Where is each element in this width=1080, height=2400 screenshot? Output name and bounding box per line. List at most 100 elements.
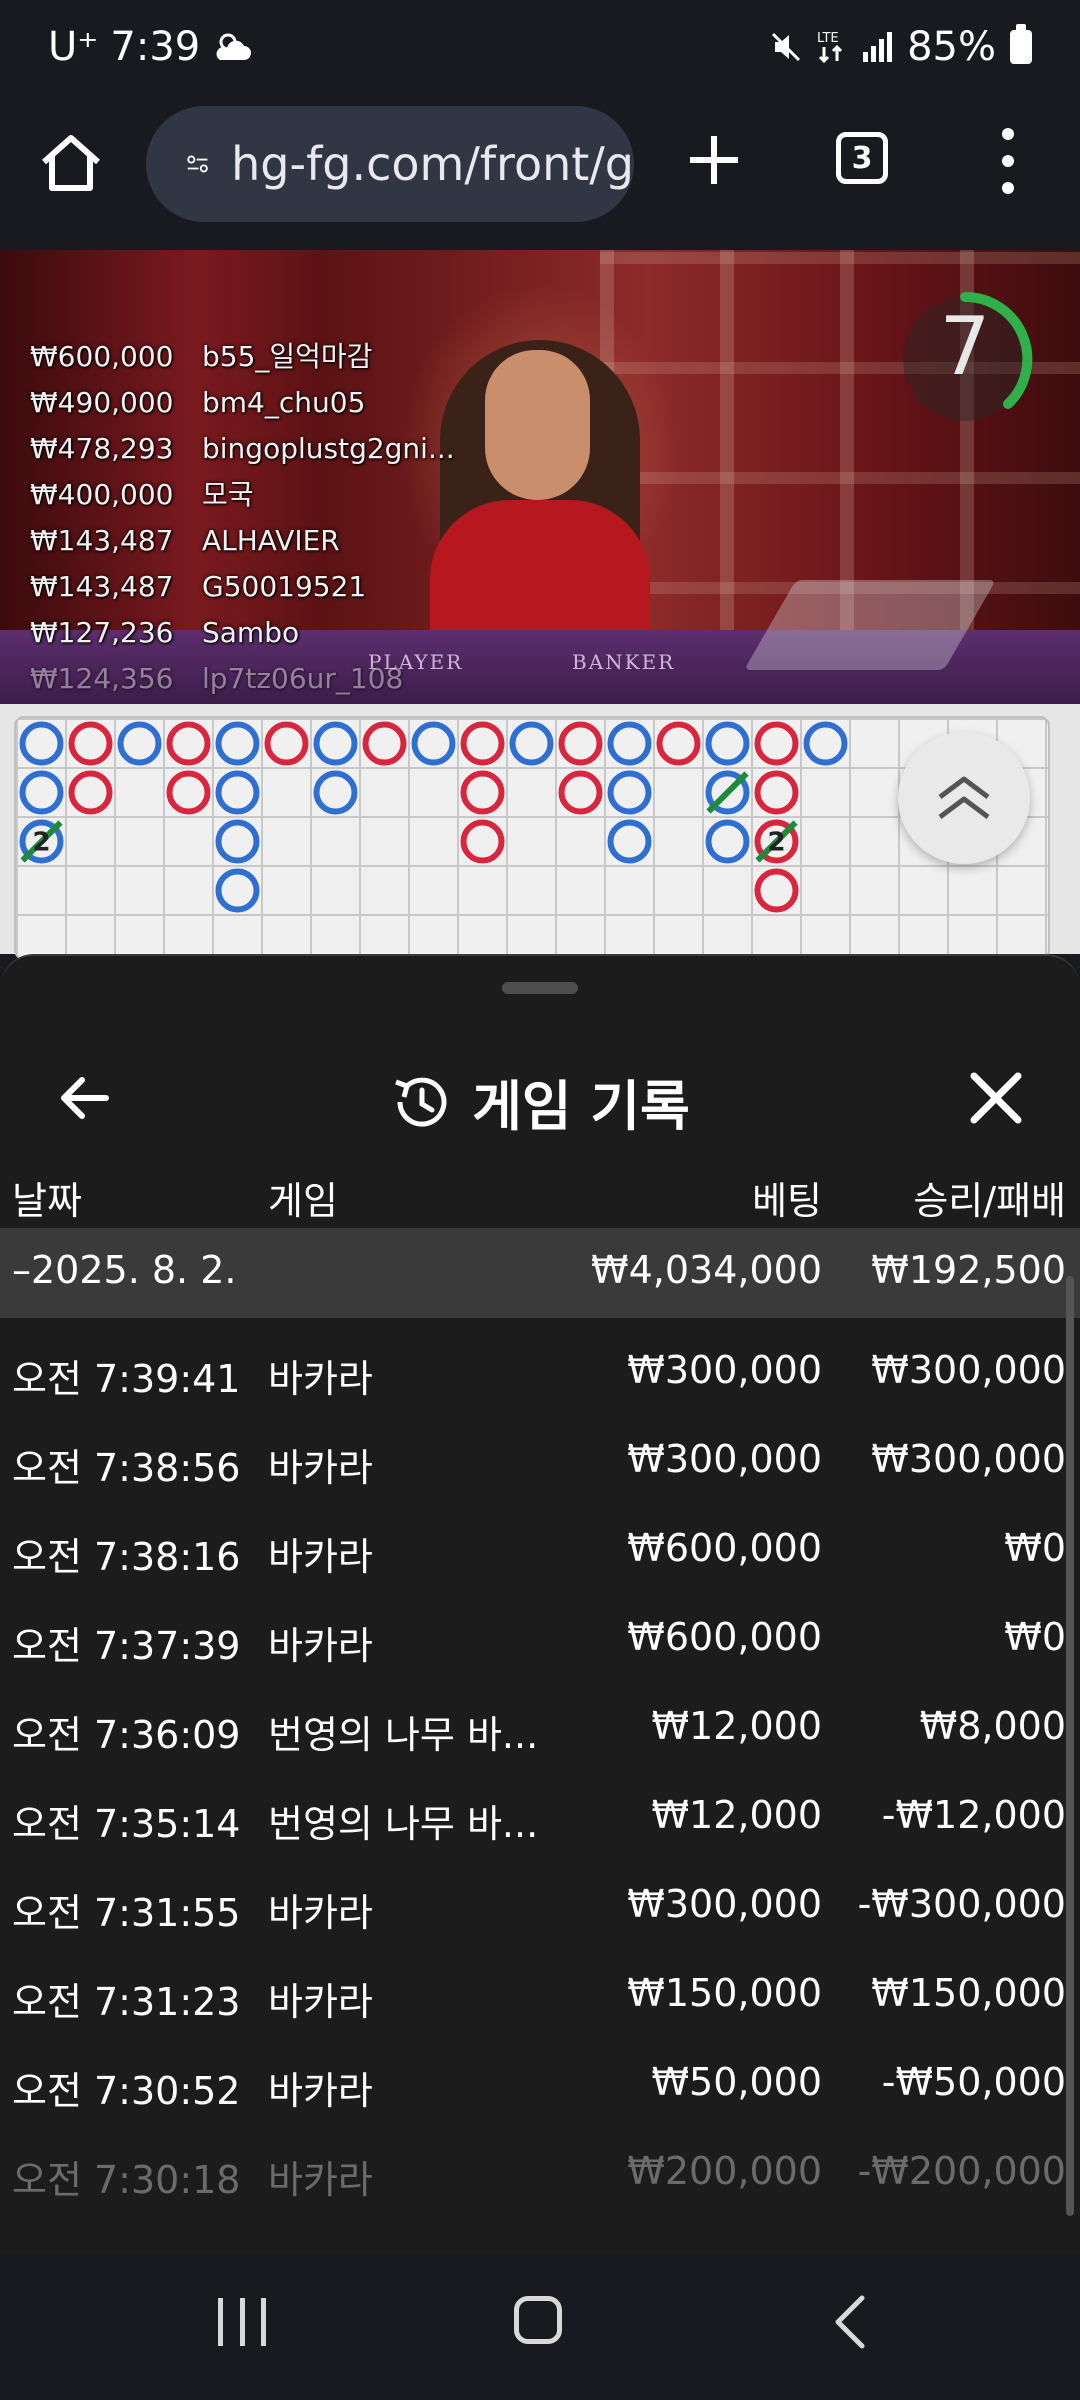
table-row[interactable]: 오전 7:38:56 바카라 ₩300,000 ₩300,000 [0, 1407, 1080, 1496]
back-nav-icon[interactable] [826, 2292, 874, 2352]
tab-count: 3 [851, 140, 873, 176]
banker-bead [166, 721, 211, 766]
player-bead [705, 721, 750, 766]
player-bead [215, 770, 260, 815]
player-bead [705, 819, 750, 864]
status-right: LTE 85% [769, 24, 1032, 70]
scroll-up-button[interactable] [898, 732, 1030, 864]
tie-count-label: 2 [767, 828, 785, 858]
player-bead [313, 721, 358, 766]
bet-row: ₩124,356 lp7tz06ur_108 [30, 662, 404, 695]
road-grid: 22 [14, 716, 1050, 960]
player-bead [607, 819, 652, 864]
banker-bead [460, 770, 505, 815]
player-bead [607, 721, 652, 766]
banker-bead [754, 721, 799, 766]
summary-date: –2025. 8. 2. [12, 1248, 237, 1292]
lte-icon: LTE [817, 31, 843, 64]
recents-icon[interactable] [218, 2298, 266, 2346]
browser-toolbar: hg-fg.com/front/g 3 [0, 100, 1080, 250]
player-bead [313, 770, 358, 815]
banker-bead [754, 868, 799, 913]
table-row[interactable]: 오전 7:37:39 바카라 ₩600,000 ₩0 [0, 1585, 1080, 1674]
clock: 7:39 [110, 24, 201, 70]
banker-bead [558, 770, 603, 815]
site-settings-icon[interactable] [186, 142, 209, 186]
live-dealer-video[interactable]: PLAYER BANKER ₩600,000 b55_일억마감 ₩490,000 b… [0, 250, 1080, 704]
bet-row: ₩127,236 Sambo [30, 616, 300, 649]
sheet-title-group: 게임 기록 [0, 1062, 1080, 1141]
status-bar: U⁺ 7:39 LTE 85% [0, 0, 1080, 100]
sheet-drag-handle[interactable] [502, 982, 578, 994]
svg-text:LTE: LTE [817, 31, 839, 46]
player-bead [607, 770, 652, 815]
player-bead [215, 721, 260, 766]
double-chevron-up-icon [938, 776, 990, 819]
home-nav-icon[interactable] [514, 2296, 562, 2344]
battery-icon [1010, 24, 1032, 64]
table-row[interactable]: 오전 7:35:14 번영의 나무 바... ₩12,000 -₩12,000 [0, 1763, 1080, 1852]
address-bar[interactable]: hg-fg.com/front/g [146, 106, 634, 222]
bet-row: ₩400,000 모국 [30, 478, 254, 511]
history-rows: 오전 7:39:41 바카라 ₩300,000 ₩300,000 오전 7:38:56… [0, 1318, 1080, 2208]
table-row[interactable]: 오전 7:36:09 번영의 나무 바... ₩12,000 ₩8,000 [0, 1674, 1080, 1763]
cloud-sun-icon [216, 33, 252, 60]
dealer-face [485, 350, 590, 500]
banker-bead [68, 770, 113, 815]
banker-bead [68, 721, 113, 766]
player-bead [411, 721, 456, 766]
player-bead [803, 721, 848, 766]
table-row[interactable]: 오전 7:31:55 바카라 ₩300,000 -₩300,000 [0, 1852, 1080, 1941]
bet-row: ₩478,293 bingoplustg2gni... [30, 432, 455, 465]
bet-row: ₩600,000 b55_일억마감 [30, 340, 373, 373]
banker-bead [460, 819, 505, 864]
bet-row: ₩490,000 bm4_chu05 [30, 386, 366, 419]
table-row[interactable]: 오전 7:30:52 바카라 ₩50,000 -₩50,000 [0, 2030, 1080, 2119]
countdown-value: 7 [939, 300, 991, 393]
player-bead [19, 721, 64, 766]
table-label-banker: BANKER [572, 650, 676, 674]
history-icon [395, 1077, 447, 1127]
table-row[interactable]: 오전 7:30:18 바카라 ₩200,000 -₩200,000 [0, 2119, 1080, 2208]
banker-bead [754, 770, 799, 815]
signal-icon [863, 32, 893, 62]
player-bead [117, 721, 162, 766]
banker-bead [264, 721, 309, 766]
summary-bet: ₩4,034,000 [591, 1248, 822, 1292]
date-summary-row[interactable]: –2025. 8. 2. ₩4,034,000 ₩192,500 [0, 1228, 1080, 1318]
header-date: 날짜 [12, 1179, 82, 1223]
table-row[interactable]: 오전 7:38:16 바카라 ₩600,000 ₩0 [0, 1496, 1080, 1585]
battery-percent: 85% [907, 24, 996, 70]
mute-icon [772, 32, 801, 62]
tie-count-label: 2 [32, 828, 50, 858]
header-result: 승리/패배 [913, 1179, 1066, 1223]
home-icon[interactable] [36, 128, 106, 198]
banker-bead [166, 770, 211, 815]
banker-bead [558, 721, 603, 766]
banker-bead [362, 721, 407, 766]
game-history-sheet: 게임 기록 날짜 게임 베팅 승리/패배 –2025. 8. 2. ₩4,034… [0, 954, 1080, 2256]
player-bead [215, 868, 260, 913]
banker-bead [460, 721, 505, 766]
table-row[interactable]: 오전 7:39:41 바카라 ₩300,000 ₩300,000 [0, 1318, 1080, 1407]
new-tab-icon[interactable] [684, 130, 744, 190]
url-text[interactable]: hg-fg.com/front/g [231, 137, 634, 191]
more-menu-icon[interactable] [990, 128, 1026, 194]
bets-list: ₩600,000 b55_일억마감 ₩490,000 bm4_chu05 ₩478,… [30, 334, 455, 702]
player-bead [509, 721, 554, 766]
sheet-scrollbar[interactable] [1066, 1276, 1074, 2216]
bet-row: ₩143,487 G50019521 [30, 570, 367, 603]
carrier-label: U⁺ [48, 24, 99, 70]
system-nav-bar [0, 2254, 1080, 2400]
summary-result: ₩192,500 [871, 1248, 1066, 1292]
header-game: 게임 [268, 1179, 338, 1223]
status-left: U⁺ 7:39 [48, 24, 252, 70]
sheet-title: 게임 기록 [472, 1075, 690, 1138]
table-header: 날짜 게임 베팅 승리/패배 [0, 1156, 1080, 1232]
tab-switcher-button[interactable]: 3 [836, 132, 888, 184]
table-row[interactable]: 오전 7:31:23 바카라 ₩150,000 ₩150,000 [0, 1941, 1080, 2030]
close-icon[interactable] [964, 1066, 1028, 1130]
bet-row: ₩143,487 ALHAVIER [30, 524, 340, 557]
header-bet: 베팅 [752, 1179, 822, 1223]
road-marks: 22 [19, 721, 848, 913]
